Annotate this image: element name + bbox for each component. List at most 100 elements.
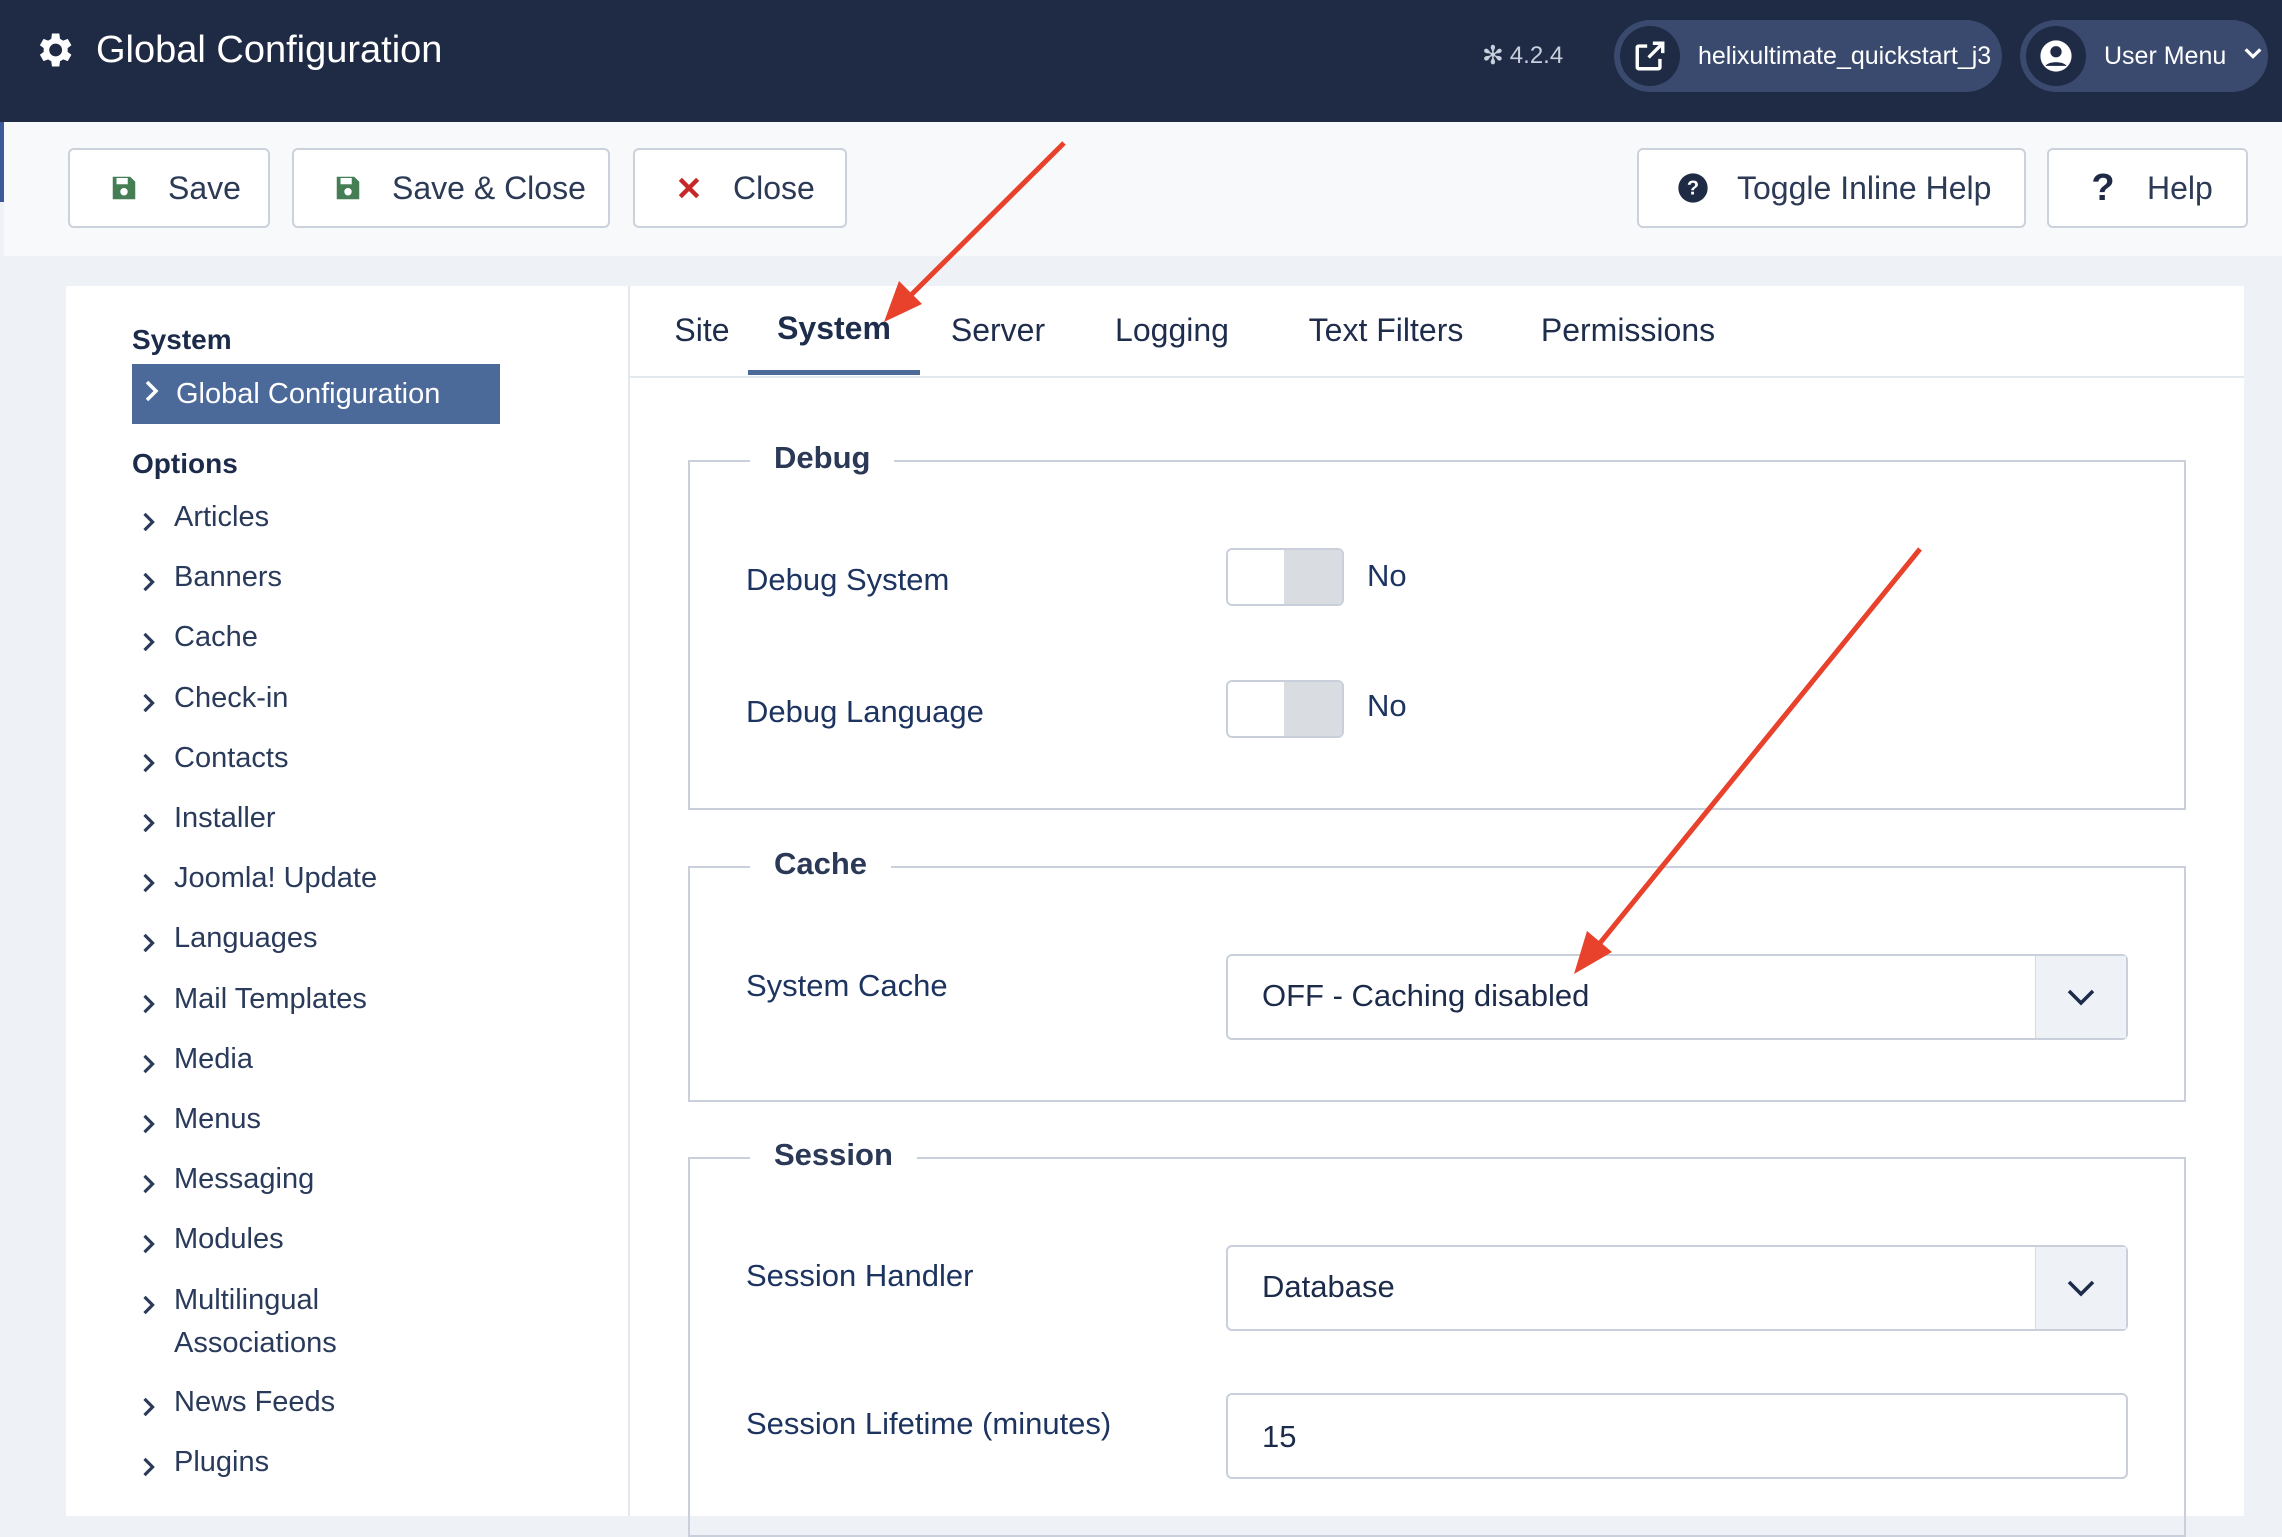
tab-site[interactable]: Site [652,286,752,374]
sidebar-item-label: Mail Templates [174,982,367,1015]
sidebar-item-label: Installer [174,802,276,834]
chevron-right-icon [140,685,160,728]
help-button[interactable]: ? Help [2047,148,2248,228]
sidebar-item[interactable]: Multilingual Associations [140,1279,474,1365]
sidebar-item-label: Plugins [174,1445,270,1478]
joomla-icon: ✻ [1482,40,1504,70]
user-menu-label: User Menu [2104,41,2227,70]
chevron-down-icon [2242,42,2264,71]
sidebar-item[interactable]: Languages [140,917,318,968]
close-button[interactable]: Close [633,148,847,228]
sidebar-item[interactable]: Messaging [140,1158,314,1209]
session-lifetime-input[interactable]: 15 [1226,1393,2128,1479]
toggle-knob [1284,550,1342,604]
site-link-button[interactable]: helixultimate_quickstart_j3 [1614,20,2002,92]
sidebar-item-global-configuration[interactable]: Global Configuration [132,364,500,424]
sidebar-item[interactable]: Check-in [140,677,288,728]
chevron-right-icon [140,1389,160,1432]
sidebar-item[interactable]: News Feeds [140,1381,335,1432]
sidebar-item-label: Modules [174,1223,284,1256]
gear-icon [39,33,72,67]
session-handler-value: Database [1262,1269,1395,1304]
debug-language-label: Debug Language [746,694,984,729]
debug-fieldset: Debug [688,440,2186,810]
sidebar-item-label: Menus [174,1103,262,1135]
help-label: Help [2147,169,2213,206]
chevron-right-icon [140,925,160,968]
sidebar-heading-options: Options [132,448,238,479]
sidebar-item[interactable]: Media [140,1038,253,1089]
toggle-inline-help-button[interactable]: ? Toggle Inline Help [1637,148,2026,228]
chevron-right-icon [140,1287,160,1330]
debug-language-value: No [1367,688,1407,723]
sidebar-item[interactable]: Plugins [140,1441,269,1492]
user-menu-button[interactable]: User Menu [2020,20,2268,92]
chevron-right-icon [140,1166,160,1209]
sidebar-item-label: Joomla! Update [174,862,378,895]
debug-language-toggle[interactable] [1226,680,1344,738]
session-lifetime-value: 15 [1262,1419,1297,1454]
debug-system-toggle[interactable] [1226,548,1344,606]
chevron-right-icon [140,986,160,1029]
sidebar-item[interactable]: Mail Templates [140,978,367,1029]
sidebar-item[interactable]: Articles [140,496,269,547]
save-close-button[interactable]: Save & Close [292,148,610,228]
tab-logging[interactable]: Logging [1090,286,1254,374]
sidebar-item[interactable]: Modules [140,1218,284,1269]
close-label: Close [733,169,815,206]
tab-permissions[interactable]: Permissions [1506,286,1750,374]
session-lifetime-label: Session Lifetime (minutes) [746,1406,1112,1441]
user-icon [2026,26,2086,86]
sidebar-item[interactable]: Menus [140,1098,261,1149]
sidebar-item-label: News Feeds [174,1385,336,1418]
chevron-right-icon [140,504,160,547]
system-cache-select[interactable]: OFF - Caching disabled [1226,954,2128,1040]
save-label: Save [168,169,241,206]
session-handler-label: Session Handler [746,1258,974,1293]
system-cache-label: System Cache [746,968,948,1003]
sidebar-item-label: Media [174,1042,253,1075]
sidebar-item-label: Articles [174,501,270,533]
sidebar-item-label: Banners [174,561,283,594]
chevron-down-icon [2035,1247,2126,1329]
sidebar-item[interactable]: Banners [140,556,282,607]
sidebar-item[interactable]: Contacts [140,737,288,788]
sidebar-item-label: Cache [174,621,258,654]
svg-text:?: ? [1687,178,1699,200]
tab-system[interactable]: System [748,286,920,375]
save-icon [328,168,368,208]
system-cache-value: OFF - Caching disabled [1262,978,1590,1013]
external-link-icon [1620,26,1680,86]
sidebar-item-label: Languages [174,922,318,955]
session-handler-select[interactable]: Database [1226,1245,2128,1331]
chevron-right-icon [140,1046,160,1089]
chevron-right-icon [140,564,160,607]
tab-bar: Site System Server Logging Text Filters … [630,286,2244,378]
debug-system-label: Debug System [746,562,950,597]
sidebar-item[interactable]: Installer [140,797,276,848]
sidebar-item[interactable]: Joomla! Update [140,857,377,908]
site-link-label: helixultimate_quickstart_j3 [1698,41,1992,70]
sidebar-active-label: Global Configuration [176,377,441,410]
save-button[interactable]: Save [68,148,270,228]
tab-server[interactable]: Server [928,286,1068,374]
sidebar-item-label: Multilingual Associations [174,1283,337,1359]
save-icon [104,168,144,208]
joomla-version: ✻ 4.2.4 [1482,40,1563,71]
sidebar-item-label: Contacts [174,741,289,774]
chevron-right-icon [140,624,160,667]
question-icon: ? [2091,166,2115,209]
save-close-label: Save & Close [392,169,586,206]
chevron-right-icon [142,378,162,411]
page-title: Global Configuration [96,28,443,71]
app-header: Global Configuration ✻ 4.2.4 helixultima… [0,0,2282,122]
chevron-down-icon [2035,956,2126,1038]
tab-text-filters[interactable]: Text Filters [1278,286,1494,374]
header-title-group: Global Configuration [32,28,442,72]
chevron-right-icon [140,1449,160,1492]
chevron-right-icon [140,745,160,788]
cache-legend: Cache [750,846,892,882]
toggle-help-label: Toggle Inline Help [1737,169,1992,206]
sidebar-item[interactable]: Cache [140,616,258,667]
chevron-right-icon [140,1106,160,1149]
